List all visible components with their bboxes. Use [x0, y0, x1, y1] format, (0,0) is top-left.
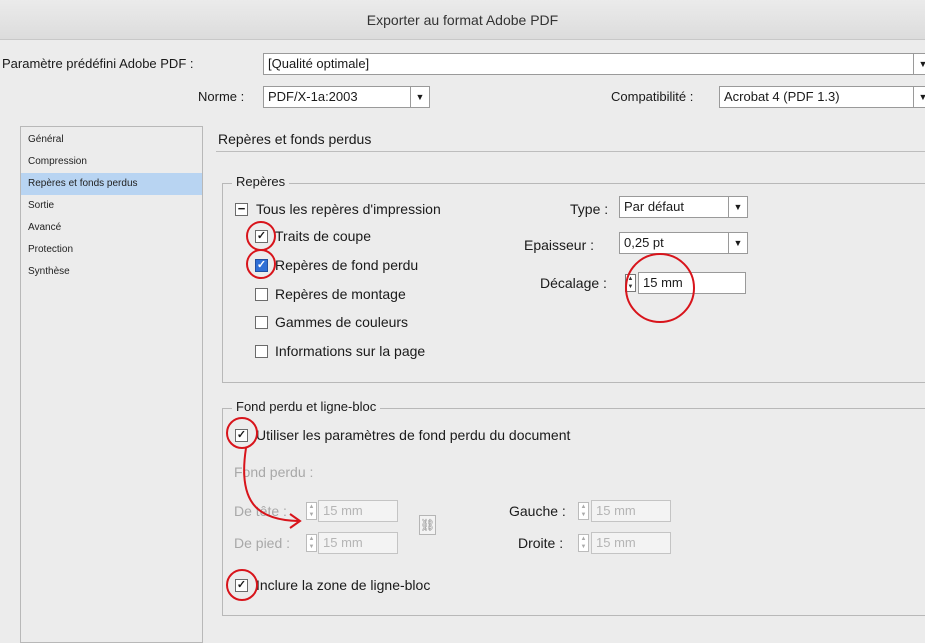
- compat-select[interactable]: Acrobat 4 (PDF 1.3) ▼: [719, 86, 925, 108]
- marks-legend: Repères: [232, 174, 290, 189]
- sidebar-item-marks-bleeds[interactable]: Repères et fonds perdus: [21, 173, 202, 195]
- preset-select[interactable]: [Qualité optimale] ▼: [263, 53, 925, 75]
- standard-select[interactable]: PDF/X-1a:2003 ▼: [263, 86, 430, 108]
- include-slug-checkbox[interactable]: [235, 579, 248, 592]
- standard-value: PDF/X-1a:2003: [268, 89, 358, 104]
- bleed-right-input: 15 mm: [591, 532, 671, 554]
- sidebar: Général Compression Repères et fonds per…: [20, 126, 203, 643]
- crop-marks-label: Traits de coupe: [275, 228, 371, 244]
- chevron-down-icon: ▼: [728, 197, 747, 217]
- offset-label: Décalage :: [540, 275, 607, 291]
- sidebar-item-compression[interactable]: Compression: [21, 151, 202, 173]
- type-label: Type :: [570, 201, 609, 217]
- use-doc-bleed-label: Utiliser les paramètres de fond perdu du…: [256, 427, 571, 443]
- bleed-left-label: Gauche :: [509, 503, 566, 519]
- use-doc-bleed-checkbox[interactable]: [235, 429, 248, 442]
- color-bars-label: Gammes de couleurs: [275, 314, 409, 330]
- preset-value: [Qualité optimale]: [268, 56, 370, 71]
- bleed-top-input: 15 mm: [318, 500, 398, 522]
- chevron-down-icon: ▼: [913, 87, 925, 107]
- chevron-down-icon: ▼: [410, 87, 429, 107]
- sidebar-item-output[interactable]: Sortie: [21, 195, 202, 217]
- bleed-left-input: 15 mm: [591, 500, 671, 522]
- sidebar-item-general[interactable]: Général: [21, 129, 202, 151]
- all-marks-label: Tous les repères d'impression: [256, 201, 441, 217]
- bleed-bottom-stepper-icon: ▲ ▼: [306, 534, 317, 552]
- link-chain-icon: ⛓: [419, 515, 436, 535]
- compat-value: Acrobat 4 (PDF 1.3): [724, 89, 840, 104]
- bleed-left-stepper-icon: ▲ ▼: [578, 502, 589, 520]
- include-slug-label: Inclure la zone de ligne-bloc: [256, 577, 431, 593]
- window-title: Exporter au format Adobe PDF: [0, 0, 925, 40]
- section-title: Repères et fonds perdus: [218, 131, 372, 147]
- bleed-marks-label: Repères de fond perdu: [275, 257, 419, 273]
- registration-marks-label: Repères de montage: [275, 286, 406, 302]
- sidebar-item-security[interactable]: Protection: [21, 239, 202, 261]
- weight-value: 0,25 pt: [624, 235, 664, 250]
- compat-label: Compatibilité :: [611, 89, 694, 104]
- registration-marks-checkbox[interactable]: [255, 288, 268, 301]
- offset-input[interactable]: 15 mm: [638, 272, 746, 294]
- bleed-top-label: De tête :: [234, 503, 287, 519]
- type-select[interactable]: Par défaut ▼: [619, 196, 748, 218]
- weight-label: Epaisseur :: [524, 237, 595, 253]
- bleed-legend: Fond perdu et ligne-bloc: [232, 399, 381, 414]
- all-marks-checkbox[interactable]: [235, 203, 248, 216]
- page-info-label: Informations sur la page: [275, 343, 426, 359]
- chevron-down-icon: ▼: [728, 233, 747, 253]
- crop-marks-checkbox[interactable]: [255, 230, 268, 243]
- standard-label: Norme :: [198, 89, 245, 104]
- bleed-sub-label: Fond perdu :: [234, 464, 314, 480]
- sidebar-item-summary[interactable]: Synthèse: [21, 261, 202, 283]
- chevron-down-icon: ▼: [913, 54, 925, 74]
- type-value: Par défaut: [624, 199, 684, 214]
- bleed-marks-checkbox[interactable]: [255, 259, 268, 272]
- color-bars-checkbox[interactable]: [255, 316, 268, 329]
- bleed-bottom-label: De pied :: [234, 535, 291, 551]
- bleed-right-stepper-icon: ▲ ▼: [578, 534, 589, 552]
- sidebar-item-advanced[interactable]: Avancé: [21, 217, 202, 239]
- page-info-checkbox[interactable]: [255, 345, 268, 358]
- weight-select[interactable]: 0,25 pt ▼: [619, 232, 748, 254]
- bleed-right-label: Droite :: [518, 535, 564, 551]
- section-divider: [216, 151, 925, 152]
- bleed-bottom-input: 15 mm: [318, 532, 398, 554]
- bleed-top-stepper-icon: ▲ ▼: [306, 502, 317, 520]
- offset-stepper-icon[interactable]: ▲ ▼: [625, 274, 636, 292]
- preset-label: Paramètre prédéfini Adobe PDF :: [2, 56, 194, 71]
